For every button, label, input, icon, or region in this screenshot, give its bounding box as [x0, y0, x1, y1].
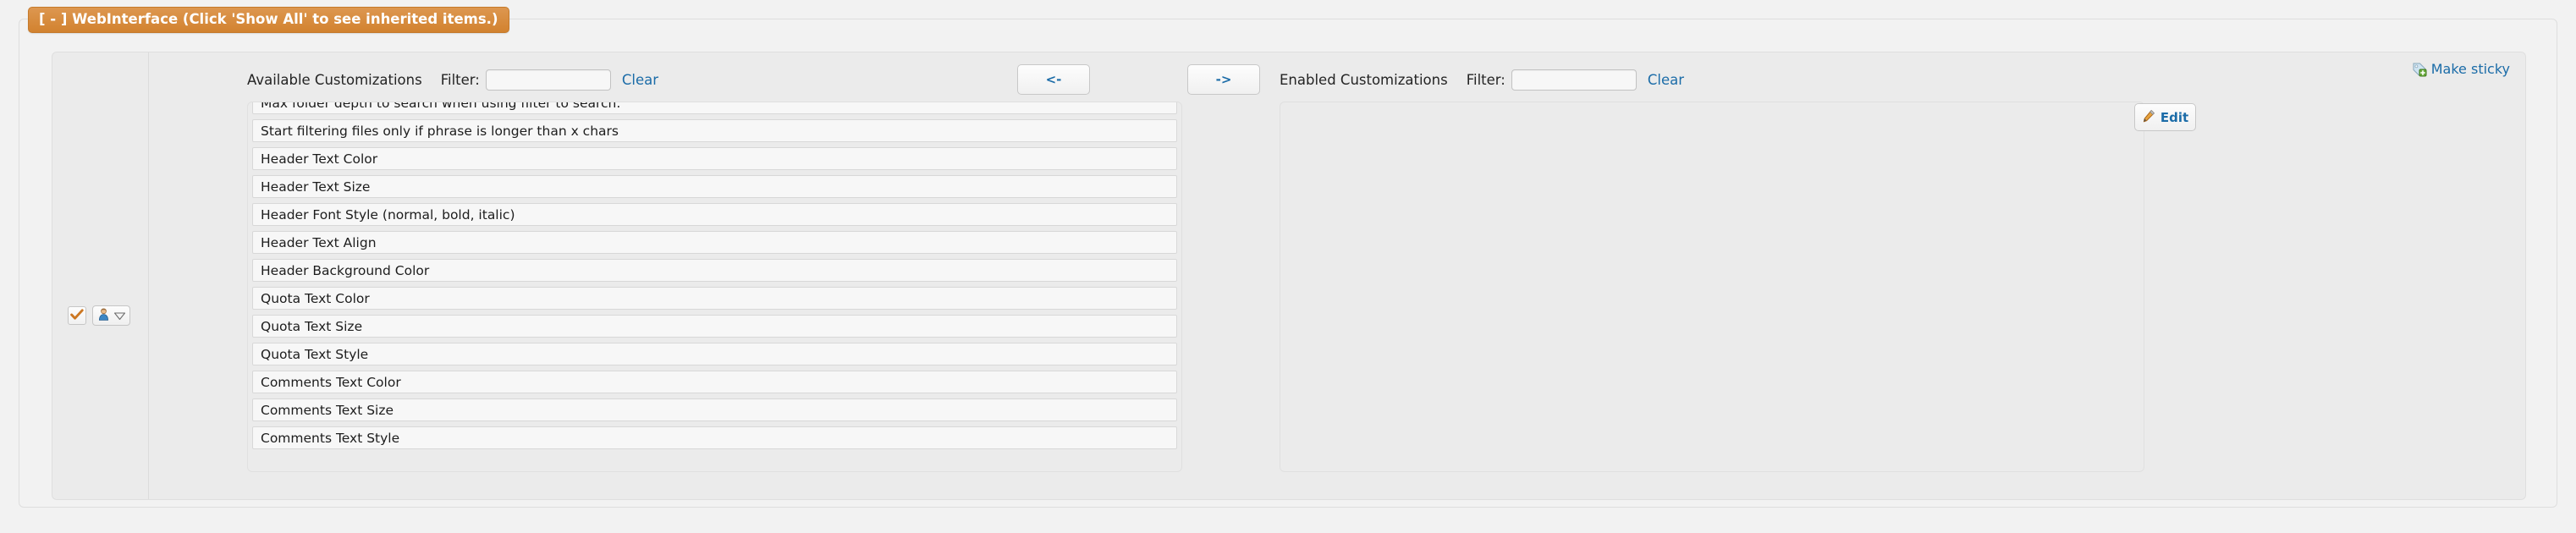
enabled-header: Enabled Customizations Filter: Clear: [1280, 69, 1684, 91]
available-clear-link[interactable]: Clear: [622, 72, 658, 88]
enabled-clear-link[interactable]: Clear: [1648, 72, 1684, 88]
enabled-customizations-list[interactable]: [1280, 102, 2144, 472]
tag-add-icon: [2412, 62, 2427, 77]
select-all-checkbox[interactable]: [68, 306, 86, 325]
checkmark-icon: [70, 308, 84, 324]
tab-webinterface[interactable]: [ - ] WebInterface (Click 'Show All' to …: [28, 7, 509, 34]
user-icon: [96, 307, 111, 325]
edit-column: Edit: [2083, 52, 2337, 499]
available-filter-input[interactable]: [485, 69, 611, 91]
panel-tab-strip: [ - ] WebInterface (Click 'Show All' to …: [28, 7, 509, 34]
available-title: Available Customizations: [247, 72, 422, 88]
customizations-inner-panel: Make sticky Available Customizations Fil…: [52, 52, 2526, 500]
enabled-customizations-column: Enabled Customizations Filter: Clear: [1280, 52, 2144, 499]
make-sticky-link[interactable]: Make sticky: [2412, 61, 2510, 77]
gutter-controls: [68, 305, 130, 326]
transfer-buttons-column: <- ->: [983, 52, 1271, 499]
gutter-column: [52, 52, 149, 499]
move-right-button[interactable]: ->: [1187, 64, 1260, 95]
user-selector-button[interactable]: [92, 305, 130, 326]
enabled-title: Enabled Customizations: [1280, 72, 1448, 88]
available-header: Available Customizations Filter: Clear: [247, 69, 658, 91]
edit-button-wrap: Edit: [2134, 103, 2196, 131]
make-sticky-label: Make sticky: [2430, 61, 2510, 77]
edit-button[interactable]: Edit: [2134, 103, 2196, 131]
move-left-button[interactable]: <-: [1017, 64, 1090, 95]
triangle-down-icon: [113, 308, 126, 324]
app-root: Make sticky Available Customizations Fil…: [0, 0, 2576, 533]
enabled-list-scroll: [1280, 102, 2144, 110]
enabled-filter-input[interactable]: [1511, 69, 1637, 91]
available-filter-label: Filter:: [440, 72, 480, 88]
enabled-filter-label: Filter:: [1466, 72, 1505, 88]
edit-button-label: Edit: [2160, 109, 2189, 125]
transfer-buttons: <- ->: [1017, 64, 1260, 95]
pencil-icon: [2142, 109, 2155, 126]
customizations-panel: Make sticky Available Customizations Fil…: [19, 19, 2557, 508]
